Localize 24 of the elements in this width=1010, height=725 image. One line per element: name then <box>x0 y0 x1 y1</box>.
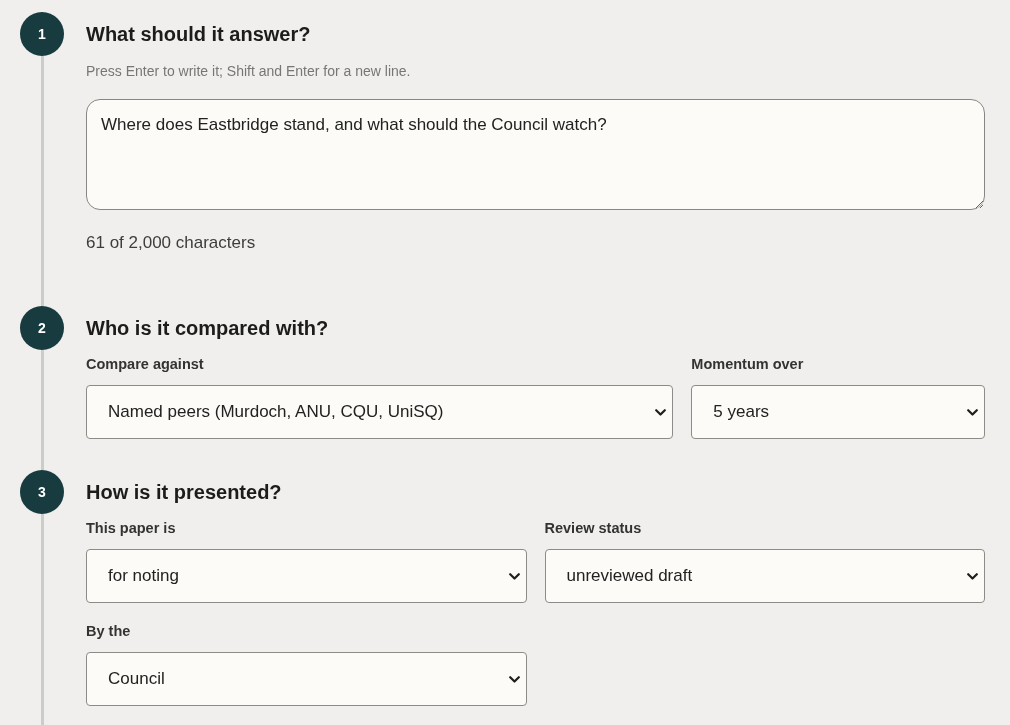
field-label: By the <box>86 622 131 641</box>
dropdown[interactable]: Council <box>86 652 527 706</box>
dropdown[interactable]: unreviewed draft <box>544 549 985 603</box>
step-title: Who is it compared with? <box>86 316 329 341</box>
chevron-down-icon <box>508 572 520 580</box>
chevron-down-icon <box>967 572 978 580</box>
character-count: 61 of 2,000 characters <box>86 232 256 254</box>
field-label: Compare against <box>86 355 204 374</box>
chevron-down-icon <box>967 408 978 416</box>
question-input[interactable]: Where does Eastbridge stand, and what should the Council watch? <box>86 99 985 210</box>
hint-text: Press Enter to write it; Shift and Enter for a new line. <box>86 62 411 81</box>
field-label: This paper is <box>86 519 176 538</box>
dropdown[interactable]: Named peers (Murdoch, ANU, CQU, UniSQ) <box>86 385 674 439</box>
field-label: Review status <box>544 519 642 538</box>
chevron-down-icon <box>508 675 520 683</box>
dropdown[interactable]: 5 years <box>691 385 985 439</box>
dropdown[interactable]: for noting <box>86 549 527 603</box>
field-label: Momentum over <box>691 355 804 374</box>
step-number: 1 <box>20 12 64 56</box>
step-number: 3 <box>20 470 64 514</box>
chevron-down-icon <box>655 408 667 416</box>
step-number: 2 <box>20 306 64 350</box>
step-title: What should it answer? <box>86 22 311 47</box>
step-title: How is it presented? <box>86 480 282 505</box>
